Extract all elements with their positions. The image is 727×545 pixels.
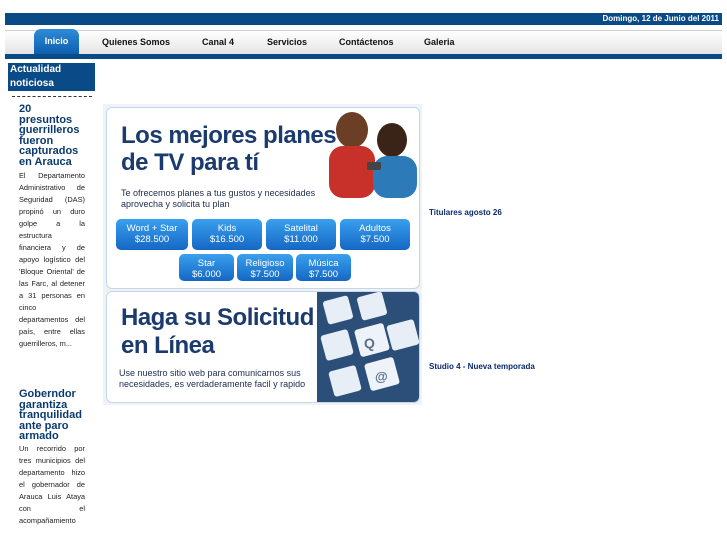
plan-name: Música [308,258,339,269]
nav-contactenos[interactable]: Contáctenos [339,31,394,54]
plan-star-button[interactable]: Star $6.000 [179,254,234,281]
plan-name: Kids [217,223,237,234]
sidebar-divider [12,92,92,97]
link-titulares[interactable]: Titulares agosto 26 [429,208,502,217]
nav-galeria[interactable]: Galeria [424,31,455,54]
plan-price: $28.500 [134,234,170,245]
online-request-panel[interactable]: Q @ Haga su Solicitud en Línea Use nuest… [106,291,420,403]
nav-underline [5,54,722,59]
plan-price: $7.500 [360,234,390,245]
tv-plans-subtitle: Te ofrecemos planes a tus gustos y neces… [121,188,316,209]
nav-canal-4[interactable]: Canal 4 [202,31,234,54]
online-request-headline: Haga su Solicitud en Línea [121,304,314,359]
plan-price: $6.000 [191,269,222,280]
main-nav: Inicio Quienes Somos Canal 4 Servicios C… [5,29,722,54]
news-title-2[interactable]: Goberndor garantiza tranquilidad ante pa… [19,389,85,442]
nav-inicio[interactable]: Inicio [34,29,79,54]
news-body-1: El Departamento Administrativo de Seguri… [19,171,85,348]
plan-price: $7.500 [308,269,339,280]
plan-kids-button[interactable]: Kids $16.500 [192,219,262,250]
plan-word-star-button[interactable]: Word + Star $28.500 [116,219,188,250]
svg-text:Q: Q [364,335,375,351]
plan-name: Religioso [245,258,285,269]
nav-quienes-somos[interactable]: Quienes Somos [102,31,170,54]
plan-price: $7.500 [250,269,280,280]
plan-name: Star [197,258,216,269]
plan-price: $16.500 [209,234,245,245]
tv-plans-panel[interactable]: Los mejores planes de TV para tí Te ofre… [106,107,420,289]
date-bar: Domingo, 12 de Junio del 2011 [5,13,722,25]
plan-name: Satelital [284,223,318,234]
online-request-subtitle: Use nuestro sitio web para comunicarnos … [119,368,306,389]
plan-name: Word + Star [126,223,178,234]
plan-musica-button[interactable]: Música $7.500 [296,254,351,281]
tv-plans-headline: Los mejores planes de TV para tí [121,122,337,176]
plan-adultos-button[interactable]: Adultos $7.500 [340,219,410,250]
plan-satelital-button[interactable]: Satelital $11.000 [266,219,336,250]
news-title-1[interactable]: 20 presuntos guerrilleros fueron captura… [19,104,85,168]
plan-name: Adultos [359,223,391,234]
nav-servicios[interactable]: Servicios [267,31,307,54]
current-date: Domingo, 12 de Junio del 2011 [602,14,719,23]
news-body-2: Un recorrido por tres municipios del dep… [19,444,85,525]
plan-religioso-button[interactable]: Religioso $7.500 [237,254,293,281]
sidebar-heading: Actualidad noticiosa [8,63,95,91]
link-studio-4[interactable]: Studio 4 - Nueva temporada [429,362,535,371]
promo-banner: Los mejores planes de TV para tí Te ofre… [103,104,422,405]
svg-text:@: @ [375,369,388,384]
plan-price: $11.000 [284,234,318,245]
